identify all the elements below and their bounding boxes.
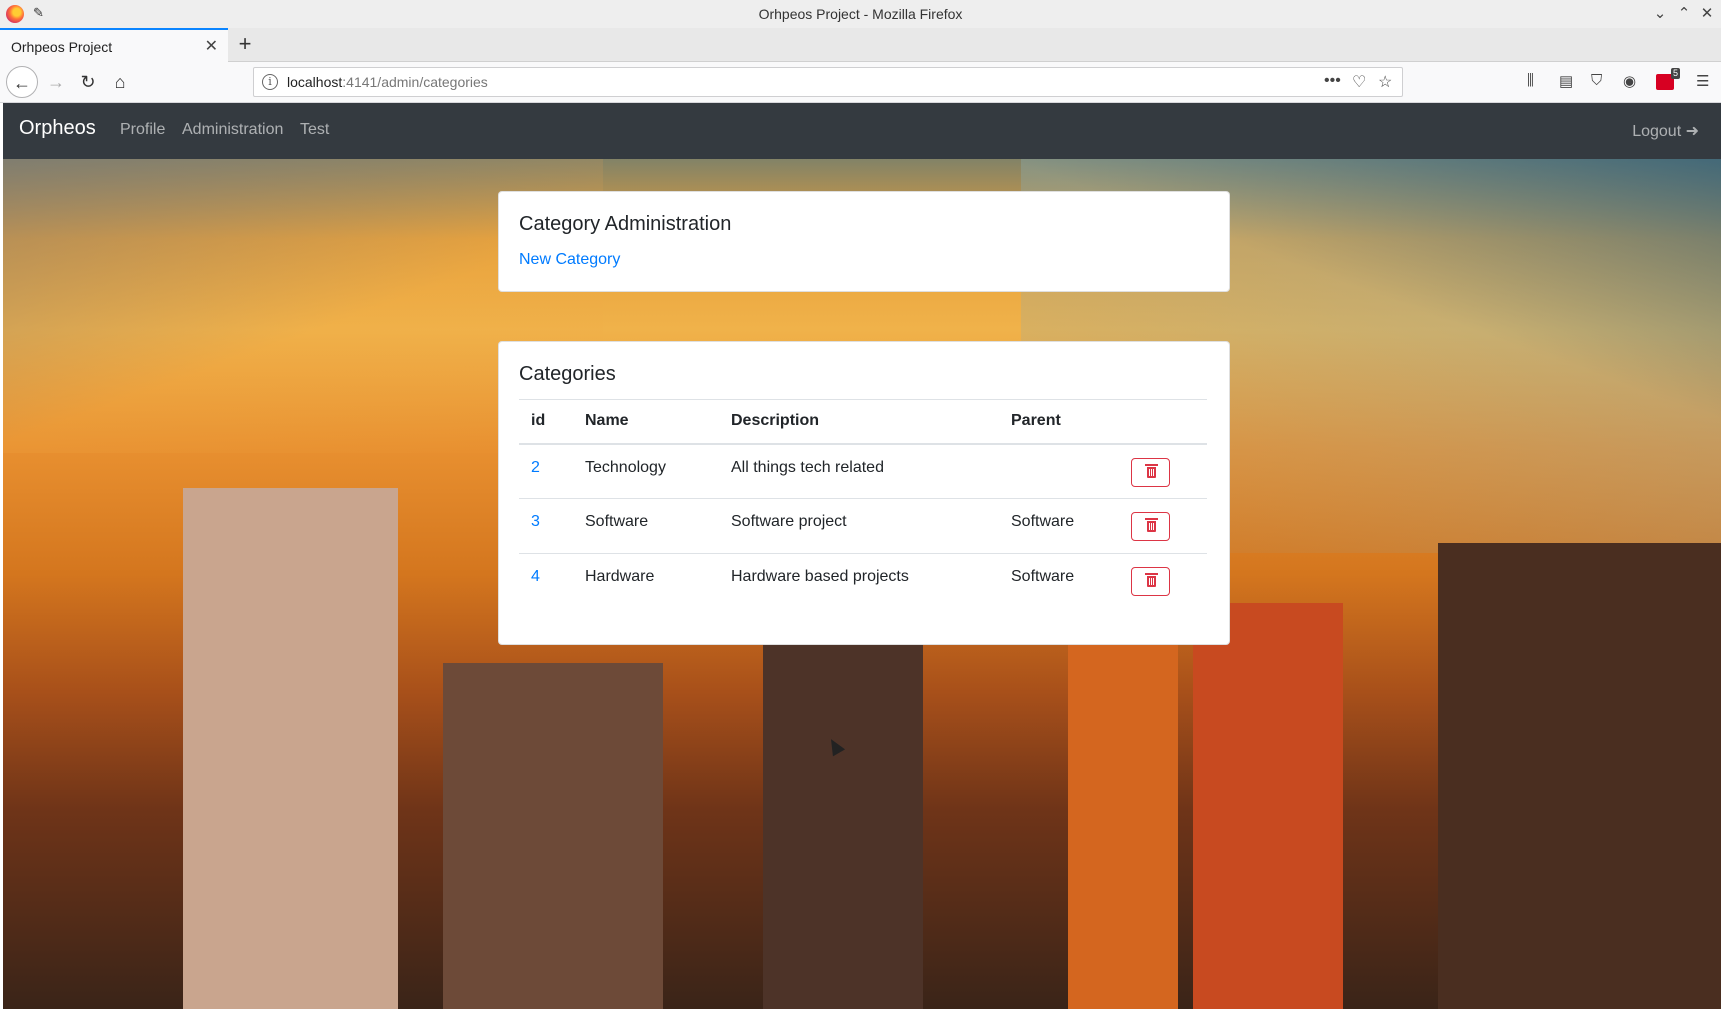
page-actions-icon[interactable]: ••• <box>1324 72 1341 90</box>
category-admin-card: Category Administration New Category <box>498 191 1230 292</box>
window-title: Orhpeos Project - Mozilla Firefox <box>758 6 963 22</box>
logout-link[interactable]: Logout ➜ <box>1632 121 1699 141</box>
card-title: Categories <box>519 363 616 385</box>
trash-icon <box>1145 573 1158 587</box>
background-building <box>443 663 663 1009</box>
trash-icon <box>1145 463 1158 478</box>
category-description: Software project <box>719 498 999 554</box>
menu-icon[interactable]: ☰ <box>1696 72 1709 90</box>
window-titlebar: ✎ Orhpeos Project - Mozilla Firefox ⌄ ⌃ … <box>0 0 1721 28</box>
url-host: localhost <box>287 74 343 90</box>
background-building <box>763 598 923 1009</box>
category-description: All things tech related <box>731 458 884 476</box>
back-arrow-icon[interactable]: ← <box>6 66 38 98</box>
nav-link-profile[interactable]: Profile <box>120 121 165 139</box>
page-viewport: Orpheos Profile Administration Test Logo… <box>3 103 1721 1009</box>
background-building <box>1438 543 1721 1009</box>
new-tab-icon[interactable]: + <box>234 31 256 57</box>
trash-icon <box>1145 518 1158 532</box>
card-title: Category Administration <box>519 213 732 235</box>
background-building <box>183 488 398 1009</box>
minimize-icon[interactable]: ⌄ <box>1650 4 1670 22</box>
table-row: 2 Technology All things tech related <box>519 444 1207 499</box>
tab-close-icon[interactable]: ✕ <box>205 36 218 56</box>
url-path: :4141/admin/categories <box>342 74 488 90</box>
category-description: Hardware based projects <box>719 553 999 609</box>
maximize-icon[interactable]: ⌃ <box>1674 4 1694 22</box>
browser-tab[interactable]: Orhpeos Project ✕ <box>0 28 228 62</box>
close-window-icon[interactable]: ✕ <box>1697 4 1717 22</box>
table-row: 4 Hardware Hardware based projects Softw… <box>519 553 1207 609</box>
category-id-link[interactable]: 3 <box>531 513 540 530</box>
categories-table: id Name Description Parent 2 Technology … <box>519 399 1207 609</box>
table-header-row: id Name Description Parent <box>519 399 1207 445</box>
browser-navbar: ← → ↻ ⌂ i localhost:4141/admin/categorie… <box>0 62 1721 103</box>
categories-card: Categories id Name Description Parent 2 … <box>498 341 1230 645</box>
category-name: Software <box>573 498 719 554</box>
new-category-link[interactable]: New Category <box>519 251 620 269</box>
info-icon[interactable]: i <box>262 74 278 90</box>
tab-title: Orhpeos Project <box>11 39 113 55</box>
url-text[interactable]: localhost:4141/admin/categories <box>287 74 488 90</box>
table-row: 3 Software Software project Software <box>519 498 1207 554</box>
category-parent: Software <box>999 498 1119 554</box>
pocket-icon[interactable]: ♡ <box>1352 72 1366 92</box>
home-icon[interactable]: ⌂ <box>104 66 136 98</box>
sign-out-icon: ➜ <box>1685 123 1699 140</box>
category-id-link[interactable]: 4 <box>531 568 540 585</box>
url-bar[interactable]: i localhost:4141/admin/categories ••• ♡ … <box>253 67 1403 97</box>
delete-button[interactable] <box>1131 567 1170 596</box>
column-header-name: Name <box>573 399 719 445</box>
forward-arrow-icon[interactable]: → <box>40 66 72 98</box>
site-navbar: Orpheos Profile Administration Test Logo… <box>3 103 1721 159</box>
delete-button[interactable] <box>1131 457 1170 487</box>
category-id-link[interactable]: 2 <box>531 459 540 476</box>
column-header-parent: Parent <box>999 399 1119 445</box>
category-name: Hardware <box>573 553 719 609</box>
library-icon[interactable]: ⫼ <box>1527 72 1534 89</box>
tab-strip: Orhpeos Project ✕ + <box>0 28 1721 62</box>
column-header-actions <box>1119 399 1207 445</box>
brand-link[interactable]: Orpheos <box>19 117 96 140</box>
extension-badge: 5 <box>1670 68 1680 79</box>
nav-link-test[interactable]: Test <box>300 121 329 139</box>
background-building <box>1068 583 1178 1009</box>
category-name: Technology <box>585 458 666 476</box>
column-header-description: Description <box>719 399 999 445</box>
logout-label: Logout <box>1632 123 1682 140</box>
account-icon[interactable]: ◉ <box>1623 72 1636 90</box>
background-building <box>1193 603 1343 1009</box>
delete-button[interactable] <box>1131 512 1170 541</box>
column-header-id: id <box>519 399 573 445</box>
sidebar-icon[interactable]: ▤ <box>1559 72 1573 90</box>
category-parent: Software <box>999 553 1119 609</box>
reload-icon[interactable]: ↻ <box>72 66 104 98</box>
nav-link-administration[interactable]: Administration <box>182 121 283 139</box>
category-parent <box>999 444 1119 499</box>
bookmark-star-icon[interactable]: ☆ <box>1378 72 1392 92</box>
ublock-icon[interactable]: ⛉ <box>1591 72 1602 89</box>
extension-icon[interactable]: 5 <box>1656 68 1680 90</box>
